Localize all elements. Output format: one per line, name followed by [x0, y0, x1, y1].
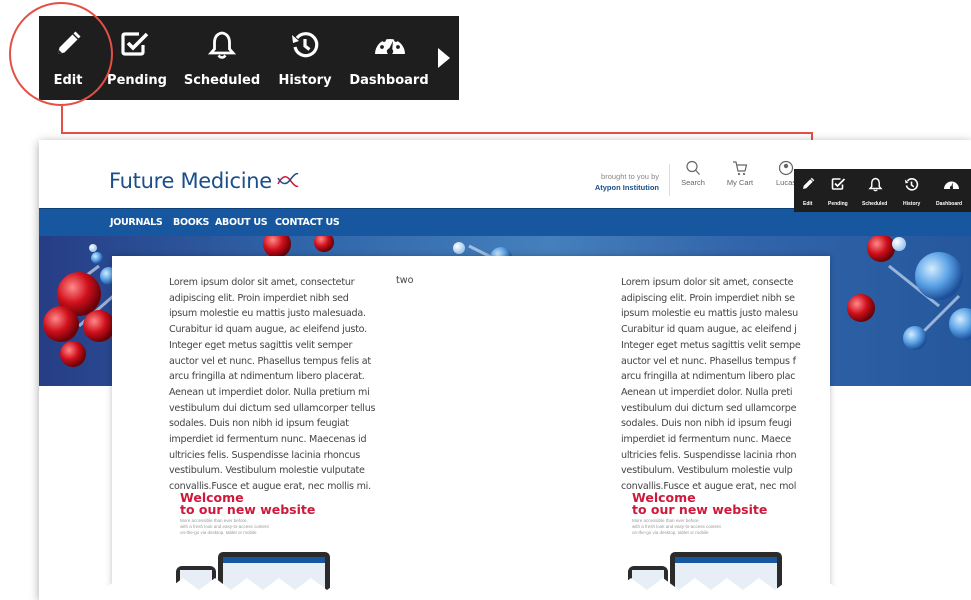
- header-action-label: Search: [681, 178, 705, 187]
- search-icon: [686, 160, 700, 175]
- main-nav: JOURNALS BOOKS ABOUT US CONTACT US: [39, 208, 971, 236]
- header-action-label: My Cart: [726, 178, 754, 187]
- brought-label: brought to you by: [601, 172, 659, 181]
- dashboard-icon: [944, 181, 959, 190]
- torn-edge: [39, 578, 971, 600]
- welcome-line-2: to our new website: [632, 502, 768, 517]
- site-logo[interactable]: Future Medicine: [109, 169, 272, 193]
- welcome-subtext-left: More accessible than ever before, with a…: [180, 518, 269, 535]
- cart-icon: [733, 161, 748, 176]
- nav-books[interactable]: BOOKS: [173, 217, 209, 228]
- small-toolbar-history-button[interactable]: History: [900, 169, 924, 212]
- history-icon: [905, 178, 919, 191]
- pencil-icon: [803, 177, 815, 189]
- welcome-heading-right: Welcome to our new website: [632, 491, 768, 517]
- nav-contact-us[interactable]: CONTACT US: [275, 217, 340, 228]
- small-toolbar-label: History: [903, 201, 921, 207]
- small-toolbar-label: Dashboard: [936, 201, 963, 207]
- small-toolbar-pending-button[interactable]: Pending: [827, 169, 851, 212]
- welcome-line-2: to our new website: [180, 502, 316, 517]
- small-toolbar-dashboard-button[interactable]: Dashboard: [934, 169, 968, 212]
- content-card: Lorem ipsum dolor sit amet, consectetur …: [112, 256, 830, 600]
- checkbox-icon: [831, 178, 846, 190]
- header-divider: [669, 164, 670, 196]
- institution-name: Atypon Institution: [594, 183, 659, 192]
- small-toolbar-label: Pending: [828, 201, 848, 207]
- small-toolbar-edit-button[interactable]: Edit: [798, 169, 818, 212]
- small-toolbar-label: Scheduled: [862, 201, 888, 207]
- logo-helix-icon: [277, 172, 299, 188]
- column-two-label: two: [396, 275, 414, 286]
- small-toolbar-label: Edit: [803, 201, 813, 207]
- welcome-subtext-right: More accessible than ever before, with a…: [632, 518, 721, 535]
- lorem-text-left: Lorem ipsum dolor sit amet, consectetur …: [169, 277, 376, 493]
- bell-icon: [868, 177, 883, 192]
- user-icon: [778, 160, 794, 176]
- header-action-label: Lucas: [775, 178, 796, 187]
- brought-to-you-by: brought to you by Atypon Institution: [579, 171, 659, 193]
- nav-about-us[interactable]: ABOUT US: [215, 217, 268, 228]
- header-cart-button[interactable]: My Cart: [722, 160, 758, 187]
- editor-toolbar-small: Edit Pending Scheduled History Dashboard: [794, 169, 971, 212]
- header-search-button[interactable]: Search: [679, 160, 707, 187]
- small-toolbar-scheduled-button[interactable]: Scheduled: [860, 169, 890, 212]
- welcome-heading-left: Welcome to our new website: [180, 491, 316, 517]
- nav-journals[interactable]: JOURNALS: [110, 217, 163, 228]
- lorem-text-right: Lorem ipsum dolor sit amet, consecte adi…: [621, 277, 801, 493]
